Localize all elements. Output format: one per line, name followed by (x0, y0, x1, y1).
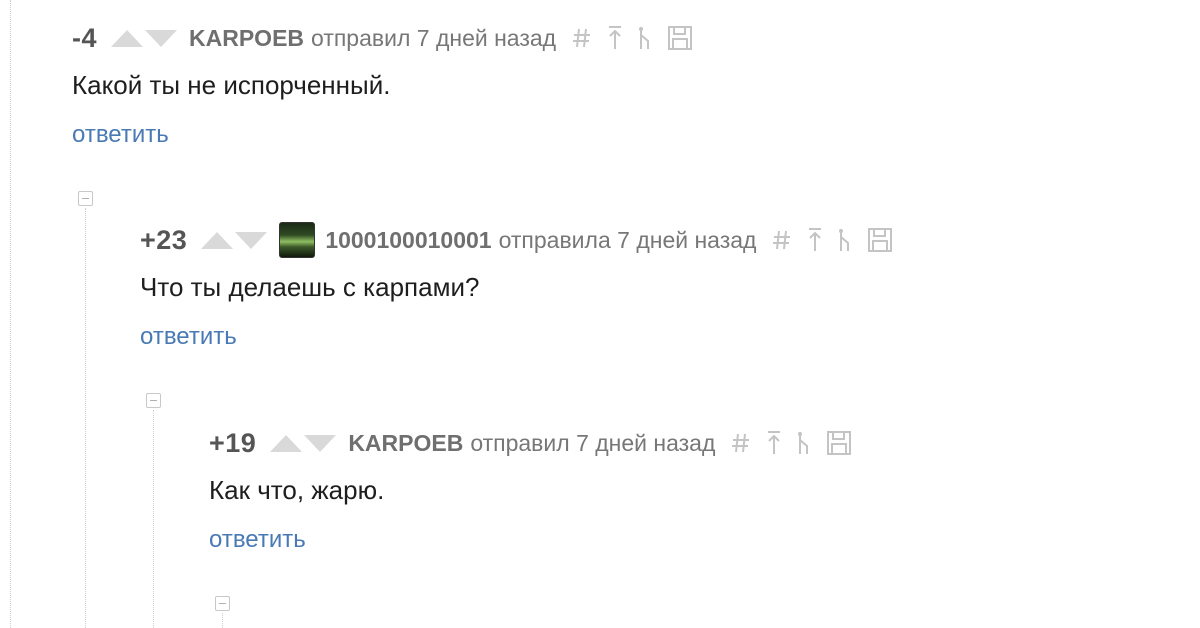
upvote-icon[interactable] (111, 29, 144, 47)
comment: -4 KARPOEB отправил 7 дней назад Какой т… (72, 18, 708, 149)
downvote-icon[interactable] (235, 231, 268, 249)
arrow-up-parent-icon[interactable] (607, 25, 623, 51)
comment-header: -4 KARPOEB отправил 7 дней назад (72, 18, 708, 58)
vote-controls (270, 434, 337, 452)
comment-rating: +23 (140, 224, 188, 255)
save-icon[interactable] (867, 227, 893, 253)
comment-header: +23 1000100010001 отправила 7 дней назад (140, 220, 908, 260)
comment-header: +19 KARPOEB отправил 7 дней назад (209, 423, 867, 463)
comment: +19 KARPOEB отправил 7 дней назад Как чт… (209, 423, 867, 554)
arrow-up-parent-icon[interactable] (807, 227, 823, 253)
hash-icon[interactable] (572, 26, 592, 50)
collapse-thread-icon[interactable] (78, 191, 93, 206)
branch-icon[interactable] (838, 227, 852, 253)
comment-author[interactable]: KARPOEB (348, 430, 463, 457)
arrow-up-parent-icon[interactable] (766, 430, 782, 456)
hash-icon[interactable] (731, 431, 751, 455)
branch-icon[interactable] (797, 430, 811, 456)
comment-author[interactable]: KARPOEB (189, 25, 304, 52)
reply-link[interactable]: ответить (140, 323, 908, 351)
avatar[interactable] (279, 222, 316, 258)
comment-timestamp: отправил 7 дней назад (470, 429, 716, 456)
collapse-thread-icon[interactable] (215, 596, 230, 611)
comment-text: Какой ты не испорченный. (72, 70, 391, 100)
downvote-icon[interactable] (304, 434, 337, 452)
comment: +23 1000100010001 отправила 7 дней назад… (140, 220, 908, 351)
comment-rating: +19 (209, 427, 257, 458)
comment-author[interactable]: 1000100010001 (325, 227, 491, 254)
save-icon[interactable] (826, 430, 852, 456)
comment-timestamp: отправила 7 дней назад (498, 226, 757, 253)
hash-icon[interactable] (772, 228, 792, 252)
thread-line (153, 410, 154, 628)
page-left-border (10, 0, 11, 628)
thread-line (222, 613, 223, 628)
vote-controls (111, 29, 178, 47)
comment-text: Что ты делаешь с карпами? (140, 272, 480, 302)
comment-timestamp: отправил 7 дней назад (311, 24, 557, 51)
comment-rating: -4 (72, 22, 98, 53)
upvote-icon[interactable] (270, 434, 303, 452)
downvote-icon[interactable] (145, 29, 178, 47)
collapse-thread-icon[interactable] (146, 393, 161, 408)
branch-icon[interactable] (638, 25, 652, 51)
reply-link[interactable]: ответить (72, 121, 708, 149)
reply-link[interactable]: ответить (209, 526, 867, 554)
save-icon[interactable] (667, 25, 693, 51)
upvote-icon[interactable] (201, 231, 234, 249)
comment-text: Как что, жарю. (209, 475, 385, 505)
thread-line (85, 208, 86, 628)
vote-controls (201, 231, 268, 249)
